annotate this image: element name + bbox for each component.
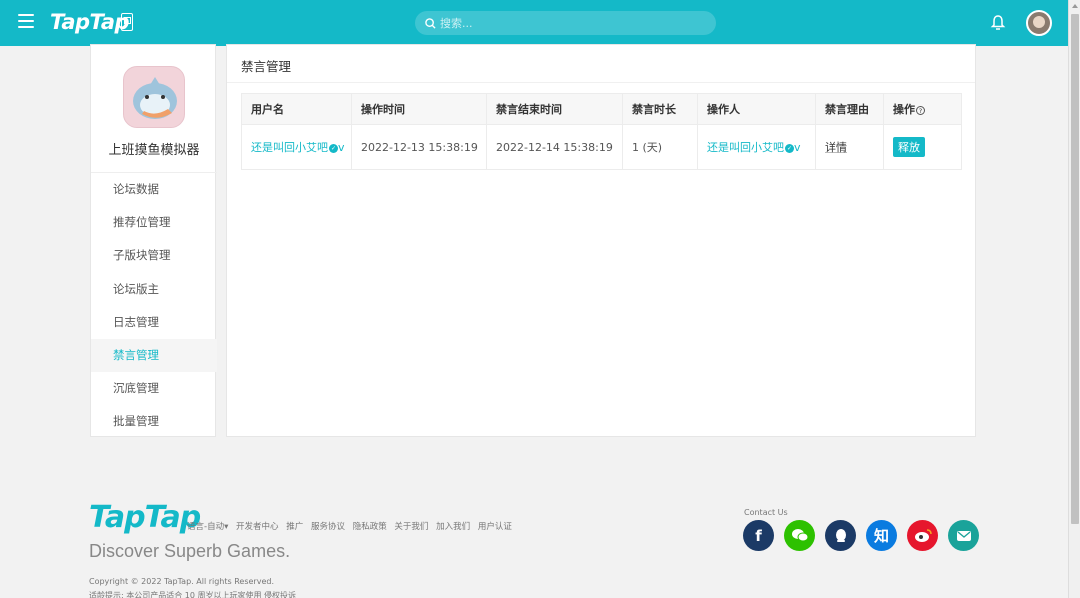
contact-label: Contact Us xyxy=(744,508,788,517)
col-duration: 禁言时长 xyxy=(622,93,698,125)
app-download-icon[interactable] xyxy=(121,13,133,31)
footer-link-join[interactable]: 加入我们 xyxy=(436,522,470,532)
footer-link-verify[interactable]: 用户认证 xyxy=(478,522,512,532)
scrollbar-thumb[interactable] xyxy=(1071,14,1079,524)
footer-links: 语言-自动▾ 开发者中心 推广 服务协议 隐私政策 关于我们 加入我们 用户认证 xyxy=(187,520,517,532)
email-icon[interactable] xyxy=(948,520,979,551)
weibo-icon[interactable] xyxy=(907,520,938,551)
sidebar-item-moderators[interactable]: 论坛版主 xyxy=(91,273,217,306)
footer-tagline: Discover Superb Games. xyxy=(89,541,291,561)
sidebar-item-sink[interactable]: 沉底管理 xyxy=(91,372,217,405)
sidebar-item-forum-data[interactable]: 论坛数据 xyxy=(91,173,217,206)
social-links: f 知 xyxy=(743,520,979,551)
cell-end-time: 2022-12-14 15:38:19 xyxy=(486,124,623,170)
forum-sidebar: 上班摸鱼模拟器 论坛数据 推荐位管理 子版块管理 论坛版主 日志管理 禁言管理 … xyxy=(90,44,217,439)
search-bar[interactable] xyxy=(415,11,716,35)
footer-link-about[interactable]: 关于我们 xyxy=(394,522,428,532)
sidebar-item-mute[interactable]: 禁言管理 xyxy=(91,338,217,373)
release-button[interactable]: 释放 xyxy=(893,137,925,157)
cell-operate-time: 2022-12-13 15:38:19 xyxy=(351,124,487,170)
help-icon[interactable]: ? xyxy=(916,105,925,115)
bell-icon[interactable] xyxy=(990,14,1006,31)
verified-badge-icon: ✓ xyxy=(785,143,794,153)
username-link[interactable]: 还是叫回小艾吧 xyxy=(251,141,328,154)
footer-link-language[interactable]: 语言-自动▾ xyxy=(187,522,228,532)
reason-detail-link[interactable]: 详情 xyxy=(825,141,847,154)
col-operator: 操作人 xyxy=(697,93,816,125)
zhihu-icon[interactable]: 知 xyxy=(866,520,897,551)
search-input[interactable] xyxy=(440,16,690,30)
page-title: 禁言管理 xyxy=(241,59,292,74)
title-divider xyxy=(227,82,975,83)
footer-link-privacy[interactable]: 隐私政策 xyxy=(353,522,387,532)
page-scrollbar[interactable] xyxy=(1068,0,1080,598)
sidebar-item-recommend[interactable]: 推荐位管理 xyxy=(91,206,217,239)
cell-duration: 1 (天) xyxy=(622,124,698,170)
qq-icon[interactable] xyxy=(825,520,856,551)
cell-username: 还是叫回小艾吧 ✓ v xyxy=(241,124,352,170)
col-reason: 禁言理由 xyxy=(815,93,884,125)
col-action: 操作? xyxy=(883,93,962,125)
sidebar-item-sub-board[interactable]: 子版块管理 xyxy=(91,239,217,272)
footer-link-developer[interactable]: 开发者中心 xyxy=(236,522,279,532)
cell-operator: 还是叫回小艾吧 ✓ v xyxy=(697,124,816,170)
game-name: 上班摸鱼模拟器 xyxy=(108,143,200,158)
mute-management-panel: 禁言管理 用户名 操作时间 禁言结束时间 禁言时长 操作人 禁言理由 操作? 还… xyxy=(226,44,976,437)
col-operate-time: 操作时间 xyxy=(351,93,487,125)
user-avatar[interactable] xyxy=(1026,10,1052,36)
search-icon xyxy=(425,17,436,29)
sidebar-item-logs[interactable]: 日志管理 xyxy=(91,306,217,339)
taptap-logo[interactable]: TapTap xyxy=(50,10,130,34)
footer-link-promotion[interactable]: 推广 xyxy=(286,522,303,532)
footer-logo[interactable]: TapTap xyxy=(89,500,201,535)
footer-age-warning: 适龄提示: 本公司产品适合 10 周岁以上玩家使用 侵权投诉 xyxy=(89,591,297,598)
game-logo-icon[interactable] xyxy=(123,66,185,128)
facebook-icon[interactable]: f xyxy=(743,520,774,551)
table-header-row: 用户名 操作时间 禁言结束时间 禁言时长 操作人 禁言理由 操作? xyxy=(241,93,962,125)
top-navigation-bar: TapTap xyxy=(0,0,1068,46)
operator-link[interactable]: 还是叫回小艾吧 xyxy=(707,141,784,154)
footer-copyright: Copyright © 2022 TapTap. All rights Rese… xyxy=(89,577,274,586)
col-action-label: 操作 xyxy=(893,103,915,116)
sidebar-menu: 论坛数据 推荐位管理 子版块管理 论坛版主 日志管理 禁言管理 沉底管理 批量管… xyxy=(91,173,217,439)
hamburger-menu-icon[interactable] xyxy=(18,14,34,28)
scroll-up-arrow-icon[interactable] xyxy=(1072,4,1078,8)
table-row: 还是叫回小艾吧 ✓ v 2022-12-13 15:38:19 2022-12-14… xyxy=(241,124,962,170)
verified-badge-icon: ✓ xyxy=(329,143,338,153)
col-username: 用户名 xyxy=(241,93,352,125)
cell-reason: 详情 xyxy=(815,124,884,170)
footer-link-terms[interactable]: 服务协议 xyxy=(311,522,345,532)
cell-action: 释放 xyxy=(883,124,962,170)
wechat-icon[interactable] xyxy=(784,520,815,551)
sidebar-item-batch[interactable]: 批量管理 xyxy=(91,405,217,438)
col-end-time: 禁言结束时间 xyxy=(486,93,623,125)
mute-table: 用户名 操作时间 禁言结束时间 禁言时长 操作人 禁言理由 操作? 还是叫回小艾… xyxy=(241,93,962,170)
